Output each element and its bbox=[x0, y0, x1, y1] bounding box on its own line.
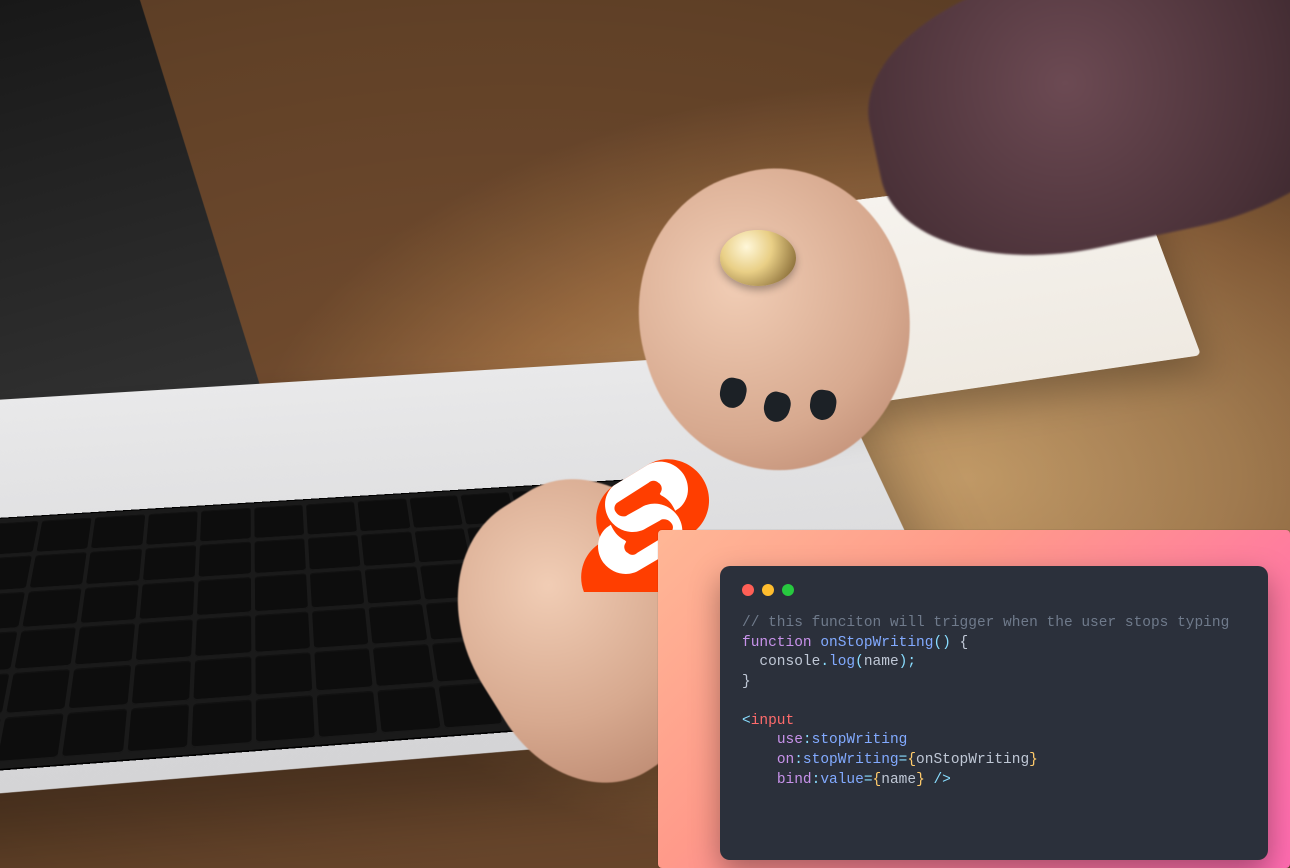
console-obj: console bbox=[759, 654, 820, 670]
attr-bind: bind bbox=[777, 772, 812, 788]
fn-name: onStopWriting bbox=[820, 635, 933, 651]
open-paren: ( bbox=[855, 654, 864, 670]
indent bbox=[742, 654, 759, 670]
self-close: /> bbox=[933, 772, 950, 788]
bind-target: name bbox=[881, 772, 916, 788]
traffic-close-icon bbox=[742, 584, 754, 596]
lt: < bbox=[742, 713, 751, 729]
indent2 bbox=[742, 732, 777, 748]
code-comment: // this funciton will trigger when the u… bbox=[742, 615, 1229, 631]
traffic-minimize-icon bbox=[762, 584, 774, 596]
use-val: stopWriting bbox=[812, 732, 908, 748]
indent4 bbox=[742, 772, 777, 788]
log-fn: log bbox=[829, 654, 855, 670]
eq2: = bbox=[864, 772, 873, 788]
fn-parens: () bbox=[933, 635, 950, 651]
on-event: stopWriting bbox=[803, 752, 899, 768]
close-call: ); bbox=[899, 654, 916, 670]
stage: // this funciton will trigger when the u… bbox=[0, 0, 1290, 868]
indent3 bbox=[742, 752, 777, 768]
attr-on: on bbox=[777, 752, 794, 768]
ring bbox=[720, 230, 796, 286]
arg-name: name bbox=[864, 654, 899, 670]
colon2: : bbox=[794, 752, 803, 768]
tag-input: input bbox=[751, 713, 795, 729]
brace-open: { bbox=[951, 635, 968, 651]
curly-close2: } bbox=[916, 772, 925, 788]
traffic-zoom-icon bbox=[782, 584, 794, 596]
curly-open2: { bbox=[873, 772, 882, 788]
colon1: : bbox=[803, 732, 812, 748]
code-block: // this funciton will trigger when the u… bbox=[742, 614, 1246, 790]
bind-value: value bbox=[820, 772, 864, 788]
code-window: // this funciton will trigger when the u… bbox=[720, 566, 1268, 860]
window-traffic-lights bbox=[742, 584, 1246, 596]
kw-function: function bbox=[742, 635, 812, 651]
curly-close1: } bbox=[1029, 752, 1038, 768]
handler: onStopWriting bbox=[916, 752, 1029, 768]
code-card: // this funciton will trigger when the u… bbox=[658, 530, 1290, 868]
dot: . bbox=[820, 654, 829, 670]
curly-open1: { bbox=[907, 752, 916, 768]
attr-use: use bbox=[777, 732, 803, 748]
brace-close: } bbox=[742, 674, 751, 690]
